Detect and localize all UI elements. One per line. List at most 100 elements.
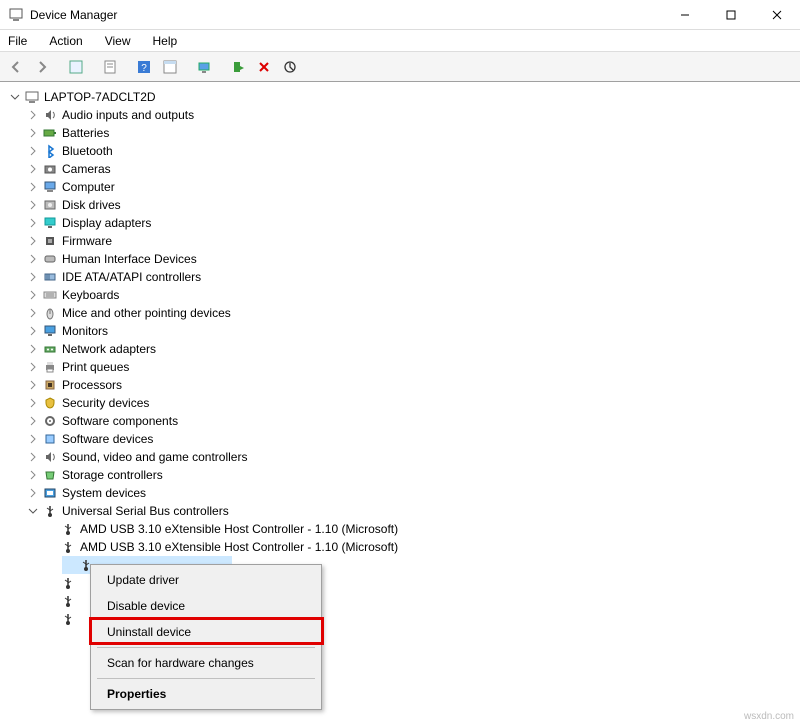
expand-icon[interactable]: [26, 108, 40, 122]
category-label: Disk drives: [62, 196, 121, 214]
category-node[interactable]: Keyboards: [8, 286, 800, 304]
expand-icon[interactable]: [26, 270, 40, 284]
ctx-separator: [97, 678, 315, 679]
app-icon: [8, 7, 24, 23]
expand-icon[interactable]: [26, 450, 40, 464]
category-node[interactable]: Display adapters: [8, 214, 800, 232]
category-usb[interactable]: Universal Serial Bus controllers: [8, 502, 800, 520]
back-button[interactable]: [4, 55, 28, 79]
scan-hardware-button[interactable]: [192, 55, 216, 79]
category-node[interactable]: Mice and other pointing devices: [8, 304, 800, 322]
category-label: Network adapters: [62, 340, 156, 358]
category-node[interactable]: Sound, video and game controllers: [8, 448, 800, 466]
expand-icon[interactable]: [26, 414, 40, 428]
camera-icon: [42, 161, 58, 177]
category-node[interactable]: Bluetooth: [8, 142, 800, 160]
menu-view[interactable]: View: [101, 32, 135, 50]
expander-empty: [44, 540, 58, 554]
expand-icon[interactable]: [26, 342, 40, 356]
help-button[interactable]: ?: [132, 55, 156, 79]
category-node[interactable]: Disk drives: [8, 196, 800, 214]
ctx-properties[interactable]: Properties: [93, 681, 319, 707]
expand-icon[interactable]: [26, 216, 40, 230]
category-node[interactable]: System devices: [8, 484, 800, 502]
expand-icon[interactable]: [26, 324, 40, 338]
category-node[interactable]: Monitors: [8, 322, 800, 340]
enable-device-button[interactable]: [226, 55, 250, 79]
show-hide-tree-button[interactable]: [64, 55, 88, 79]
expand-icon[interactable]: [26, 162, 40, 176]
device-node[interactable]: AMD USB 3.10 eXtensible Host Controller …: [8, 538, 800, 556]
root-node[interactable]: LAPTOP-7ADCLT2D: [8, 88, 800, 106]
category-node[interactable]: Storage controllers: [8, 466, 800, 484]
category-label: IDE ATA/ATAPI controllers: [62, 268, 201, 286]
ctx-separator: [97, 647, 315, 648]
ctx-uninstall-device[interactable]: Uninstall device: [93, 619, 319, 645]
expand-icon[interactable]: [26, 306, 40, 320]
category-node[interactable]: Security devices: [8, 394, 800, 412]
maximize-button[interactable]: [708, 0, 754, 30]
category-node[interactable]: Batteries: [8, 124, 800, 142]
swcomp-icon: [42, 413, 58, 429]
category-node[interactable]: Cameras: [8, 160, 800, 178]
expander-empty: [44, 594, 58, 608]
menu-help[interactable]: Help: [149, 32, 182, 50]
usb-icon: [60, 521, 76, 537]
sound-icon: [42, 449, 58, 465]
expand-icon[interactable]: [26, 252, 40, 266]
category-node[interactable]: Software devices: [8, 430, 800, 448]
category-label: Bluetooth: [62, 142, 113, 160]
category-node[interactable]: Processors: [8, 376, 800, 394]
expand-icon[interactable]: [26, 486, 40, 500]
category-node[interactable]: Firmware: [8, 232, 800, 250]
expand-icon[interactable]: [26, 288, 40, 302]
menu-action[interactable]: Action: [45, 32, 86, 50]
expand-icon[interactable]: [26, 126, 40, 140]
category-node[interactable]: IDE ATA/ATAPI controllers: [8, 268, 800, 286]
ctx-scan-hardware[interactable]: Scan for hardware changes: [93, 650, 319, 676]
category-node[interactable]: Computer: [8, 178, 800, 196]
close-button[interactable]: [754, 0, 800, 30]
update-driver-button[interactable]: [278, 55, 302, 79]
category-label: Batteries: [62, 124, 109, 142]
properties-button[interactable]: [98, 55, 122, 79]
uninstall-device-button[interactable]: [252, 55, 276, 79]
menu-file[interactable]: File: [4, 32, 31, 50]
collapse-icon[interactable]: [8, 90, 22, 104]
category-node[interactable]: Network adapters: [8, 340, 800, 358]
window-title: Device Manager: [30, 8, 662, 22]
category-label: Human Interface Devices: [62, 250, 197, 268]
category-label: Print queues: [62, 358, 129, 376]
category-label: System devices: [62, 484, 146, 502]
expand-icon[interactable]: [26, 432, 40, 446]
computer-icon: [24, 89, 40, 105]
toolbar: ?: [0, 52, 800, 82]
forward-button[interactable]: [30, 55, 54, 79]
expand-icon[interactable]: [26, 468, 40, 482]
expander-empty: [44, 522, 58, 536]
category-node[interactable]: Software components: [8, 412, 800, 430]
device-node[interactable]: AMD USB 3.10 eXtensible Host Controller …: [8, 520, 800, 538]
expand-icon[interactable]: [26, 198, 40, 212]
category-node[interactable]: Audio inputs and outputs: [8, 106, 800, 124]
ctx-update-driver[interactable]: Update driver: [93, 567, 319, 593]
expand-icon[interactable]: [26, 396, 40, 410]
category-node[interactable]: Human Interface Devices: [8, 250, 800, 268]
category-label: Firmware: [62, 232, 112, 250]
expand-icon[interactable]: [26, 378, 40, 392]
expand-icon[interactable]: [26, 360, 40, 374]
ctx-disable-device[interactable]: Disable device: [93, 593, 319, 619]
collapse-icon[interactable]: [26, 504, 40, 518]
category-label: Processors: [62, 376, 122, 394]
category-node[interactable]: Print queues: [8, 358, 800, 376]
expand-icon[interactable]: [26, 180, 40, 194]
expander-empty: [44, 612, 58, 626]
expand-icon[interactable]: [26, 234, 40, 248]
titlebar: Device Manager: [0, 0, 800, 30]
toolbar-view-button[interactable]: [158, 55, 182, 79]
expand-icon[interactable]: [26, 144, 40, 158]
cpu-icon: [42, 377, 58, 393]
system-icon: [42, 485, 58, 501]
category-label: Display adapters: [62, 214, 151, 232]
minimize-button[interactable]: [662, 0, 708, 30]
